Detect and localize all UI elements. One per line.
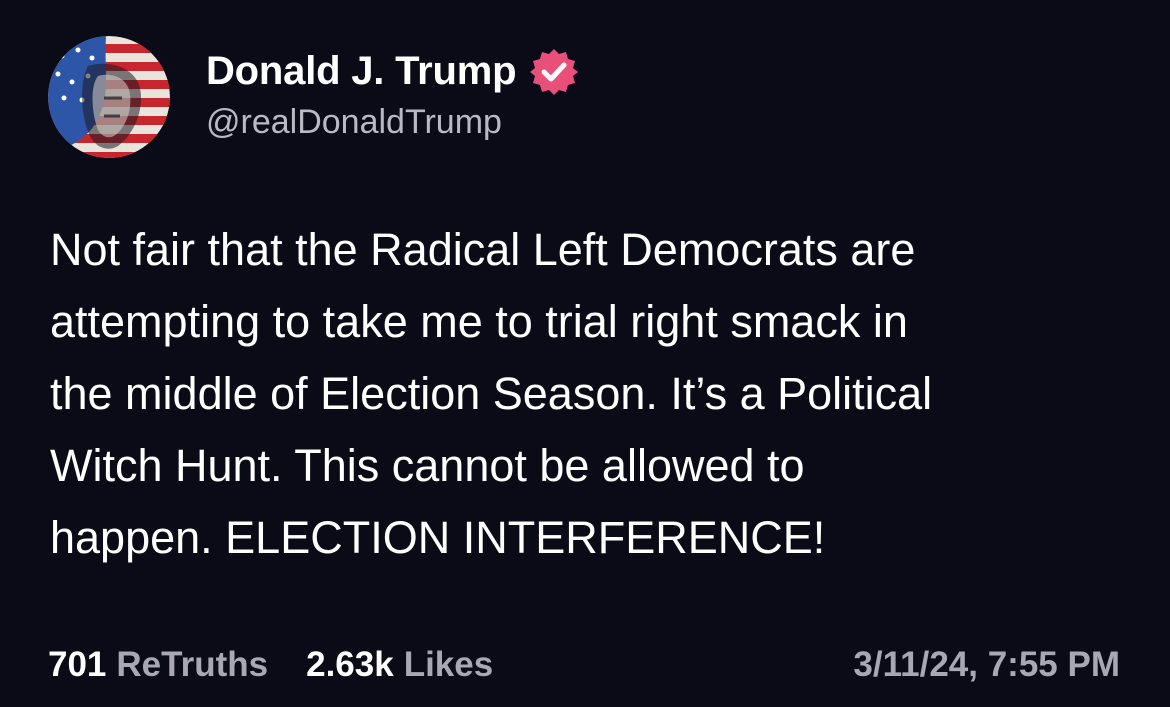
post-body: Not fair that the Radical Left Democrats… [50, 214, 1130, 574]
author-identity: Donald J. Trump @realDonaldTrump [206, 43, 580, 142]
likes-label: Likes [403, 645, 494, 684]
retruths-label: ReTruths [116, 645, 269, 684]
name-row: Donald J. Trump [206, 43, 580, 101]
post-line: the middle of Election Season. It’s a Po… [50, 368, 933, 419]
post-header: Donald J. Trump @realDonaldTrump [48, 36, 580, 158]
truth-post: Donald J. Trump @realDonaldTrump Not fai… [0, 0, 1170, 707]
retruths-count: 701 [48, 645, 107, 684]
post-line: Not fair that the Radical Left Democrats… [50, 224, 916, 275]
retruths-stat[interactable]: 701 ReTruths [48, 645, 268, 685]
avatar[interactable] [48, 36, 170, 158]
post-line: Witch Hunt. This cannot be allowed to [50, 440, 805, 491]
author-display-name[interactable]: Donald J. Trump [206, 49, 517, 94]
post-footer: 701 ReTruths 2.63k Likes 3/11/24, 7:55 P… [48, 640, 1120, 690]
post-line: attempting to take me to trial right sma… [50, 296, 908, 347]
post-timestamp: 3/11/24, 7:55 PM [853, 645, 1120, 684]
likes-stat[interactable]: 2.63k Likes [306, 645, 493, 685]
flag-portrait-avatar-icon [48, 36, 170, 158]
post-line: happen. ELECTION INTERFERENCE! [50, 512, 826, 563]
post-stats: 701 ReTruths 2.63k Likes [48, 645, 493, 685]
likes-count: 2.63k [306, 645, 394, 684]
verified-badge-icon [528, 46, 580, 98]
author-handle[interactable]: @realDonaldTrump [206, 103, 580, 142]
